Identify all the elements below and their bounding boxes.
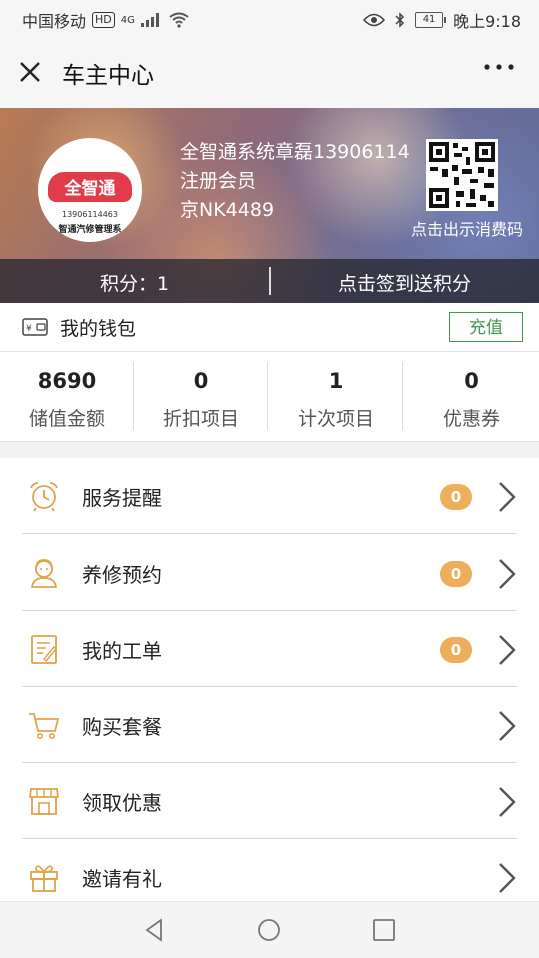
stat-discount-items[interactable]: 0 折扣项目 [134, 352, 268, 441]
recharge-button[interactable]: 充值 [449, 312, 523, 342]
menu-item-work-orders[interactable]: 我的工单 0 [0, 611, 539, 687]
chevron-right-icon [499, 711, 516, 741]
menu-item-buy-package[interactable]: 购买套餐 [0, 687, 539, 763]
wallet-stats: 8690 储值金额 0 折扣项目 1 计次项目 0 优惠券 [0, 352, 539, 442]
wifi-icon [169, 12, 189, 28]
qr-caption[interactable]: 点击出示消费码 [411, 216, 523, 240]
checkin-button[interactable]: 点击签到送积分 [270, 269, 539, 296]
stat-label: 计次项目 [297, 408, 374, 430]
chevron-right-icon [499, 787, 516, 817]
plate-number: 京NK4489 [180, 199, 275, 221]
carrier-label: 中国移动 [22, 12, 87, 31]
stat-count-items[interactable]: 1 计次项目 [269, 352, 403, 441]
back-triangle-icon[interactable] [141, 916, 169, 944]
logo-subtitle: 智通汽修管理系 [58, 225, 122, 235]
system-nav-bar [0, 901, 539, 958]
menu-item-invite-rewards[interactable]: 邀请有礼 [0, 839, 539, 901]
gift-icon [30, 865, 58, 892]
points-label: 积分：1 [99, 273, 170, 295]
eye-icon [363, 13, 386, 27]
logo-text: 全智通 [64, 179, 116, 199]
recents-square-icon[interactable] [370, 916, 398, 944]
points-bar: 积分：1 点击签到送积分 [0, 259, 539, 303]
user-name: 全智通系统章磊13906114 [180, 141, 410, 163]
signal-icon [140, 13, 163, 27]
member-level: 注册会员 [180, 170, 257, 192]
logo-phone: 13906114463 [62, 210, 118, 219]
store-icon [28, 788, 60, 815]
menu-label: 养修预约 [82, 563, 162, 587]
menu-item-service-reminder[interactable]: 服务提醒 0 [0, 458, 539, 534]
shop-logo: 全智通 13906114463 智通汽修管理系 [38, 138, 142, 242]
stat-stored-value[interactable]: 8690 储值金额 [0, 352, 134, 441]
wallet-icon: ¥ [22, 318, 48, 336]
stat-value: 1 [328, 369, 344, 393]
stat-value: 0 [193, 369, 209, 393]
hd-badge: HD [92, 12, 115, 28]
chevron-right-icon [499, 482, 516, 512]
svg-text:¥: ¥ [26, 324, 32, 334]
menu-label: 服务提醒 [82, 486, 162, 510]
stat-coupons[interactable]: 0 优惠券 [404, 352, 539, 441]
menu-label: 领取优惠 [82, 791, 162, 815]
close-icon[interactable] [16, 58, 44, 86]
stat-value: 8690 [37, 369, 97, 393]
alarm-clock-icon [30, 482, 58, 512]
feature-menu: 服务提醒 0 养修预约 0 我的工单 0 购买套餐 领取优惠 邀请有礼 [0, 458, 539, 901]
menu-label: 购买套餐 [82, 715, 162, 739]
stat-label: 折扣项目 [162, 408, 239, 430]
shopping-cart-icon [29, 713, 60, 739]
divider [22, 533, 517, 534]
stat-value: 0 [464, 369, 479, 393]
bluetooth-icon [395, 12, 405, 28]
stat-label: 储值金额 [28, 408, 105, 430]
count-badge: 0 [440, 561, 472, 587]
chevron-right-icon [499, 863, 516, 893]
stat-divider [267, 362, 268, 430]
menu-item-get-coupons[interactable]: 领取优惠 [0, 763, 539, 839]
menu-label: 我的工单 [82, 639, 162, 663]
qr-code-icon[interactable] [426, 139, 498, 211]
stat-label: 优惠券 [442, 408, 500, 430]
stat-divider [402, 362, 403, 430]
battery-icon: 41 [415, 12, 447, 28]
chevron-right-icon [499, 559, 516, 589]
customer-service-icon [30, 559, 58, 588]
status-bar: 中国移动 HD 4G 41 晚上9:18 [0, 0, 539, 36]
work-order-icon [31, 635, 57, 664]
network-label: 4G [120, 14, 135, 26]
home-circle-icon[interactable] [255, 916, 283, 944]
menu-item-maintenance-booking[interactable]: 养修预约 0 [0, 535, 539, 611]
wallet-header: ¥ 我的钱包 充值 [0, 303, 539, 352]
title-bar: 车主中心 [0, 36, 539, 109]
chevron-right-icon [499, 635, 516, 665]
count-badge: 0 [440, 484, 472, 510]
more-dots-icon[interactable] [481, 52, 517, 88]
wallet-title: 我的钱包 [60, 318, 137, 340]
count-badge: 0 [440, 637, 472, 663]
user-info: 全智通系统章磊13906114 注册会员 京NK4489 [180, 138, 410, 225]
profile-banner: 全智通 13906114463 智通汽修管理系 全智通系统章磊13906114 … [0, 108, 539, 303]
menu-label: 邀请有礼 [82, 867, 162, 891]
clock-time: 晚上9:18 [453, 12, 521, 31]
page-title: 车主中心 [62, 63, 154, 89]
